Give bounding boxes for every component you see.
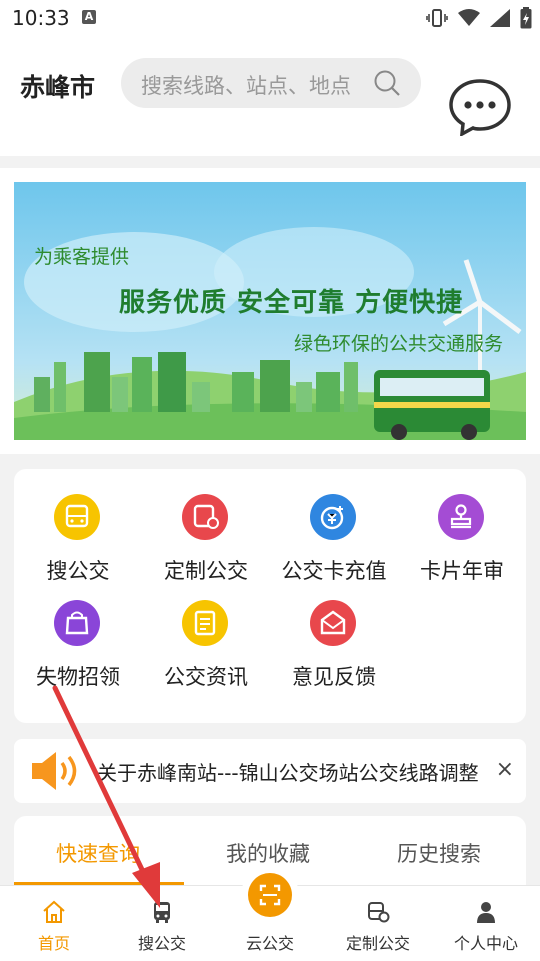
tab-history[interactable]: 历史搜索 [397,838,481,868]
tab-quick-query[interactable]: 快速查询 [56,838,140,868]
grid-item-annual-review[interactable]: 卡片年审 [398,469,526,583]
vibrate-icon [426,9,448,27]
wifi-icon [458,9,480,26]
nav-profile[interactable]: 个人中心 [432,886,540,961]
cloud-bus-button[interactable] [241,866,299,924]
announcement-text[interactable]: 关于赤峰南站---锦山公交场站公交线路调整 [97,757,487,786]
close-icon[interactable]: × [496,757,514,782]
signal-icon [490,9,510,27]
banner-tagline-small: 为乘客提供 [34,246,130,268]
person-icon [477,902,495,923]
city-selector[interactable]: 赤峰市 [20,68,95,104]
scan-icon [248,873,292,917]
promo-banner[interactable]: 为乘客提供 服务优质 安全可靠 方便快捷 绿色环保的公共交通服务 [14,182,526,440]
nav-home[interactable]: 首页 [0,886,108,961]
notification-a-icon: A [82,10,96,24]
tab-favorites[interactable]: 我的收藏 [226,838,310,868]
grid-item-lost-found[interactable]: 失物招领 [14,575,142,689]
speaker-icon [32,752,77,790]
news-icon [182,600,228,646]
nav-bus-search[interactable]: 搜公交 [108,886,216,961]
nav-custom-bus[interactable]: 定制公交 [324,886,432,961]
battery-icon [520,7,532,29]
nav-label: 定制公交 [345,934,410,953]
grid-item-label: 卡片年审 [420,559,504,583]
status-bar: 10:33 A [0,0,540,38]
grid-item-label: 失物招领 [36,665,120,689]
top-header: 赤峰市 搜索线路、站点、地点 [0,38,540,156]
lost-found-bag-icon [54,600,100,646]
grid-item-feedback[interactable]: 意见反馈 [270,575,398,689]
nav-label: 搜公交 [137,934,186,953]
custom-bus-icon [182,494,228,540]
bus-search-icon [54,494,100,540]
home-icon [43,900,65,923]
nav-label: 个人中心 [453,934,518,953]
status-icons [426,6,532,30]
grid-item-label: 意见反馈 [292,665,376,689]
feedback-mail-icon [310,600,356,646]
bus-icon [154,902,170,923]
card-recharge-icon [310,494,356,540]
grid-item-custom-bus[interactable]: 定制公交 [142,469,270,583]
function-grid: 搜公交 定制公交 公交卡充值 卡片年审 失物招领 公交资讯 意见反馈 [14,469,526,723]
banner-tagline-sub: 绿色环保的公共交通服务 [294,333,504,355]
search-placeholder: 搜索线路、站点、地点 [141,74,351,98]
grid-item-bus-news[interactable]: 公交资讯 [142,575,270,689]
banner-tagline-big: 服务优质 安全可靠 方便快捷 [119,288,464,318]
search-icon[interactable] [373,69,401,97]
chat-bubble-icon[interactable] [448,78,512,136]
banner-section: 为乘客提供 服务优质 安全可靠 方便快捷 绿色环保的公共交通服务 [0,168,540,454]
grid-item-label: 公交资讯 [164,665,248,689]
announcement-bar[interactable]: 关于赤峰南站---锦山公交场站公交线路调整 × [14,739,526,803]
grid-item-card-recharge[interactable]: 公交卡充值 [270,469,398,583]
stamp-icon [438,494,484,540]
nav-label: 首页 [37,934,70,953]
custom-bus-icon [368,902,390,923]
status-time: 10:33 [12,6,70,30]
grid-item-bus-search[interactable]: 搜公交 [14,469,142,583]
search-input[interactable]: 搜索线路、站点、地点 [121,58,421,108]
nav-label: 云公交 [245,934,294,953]
